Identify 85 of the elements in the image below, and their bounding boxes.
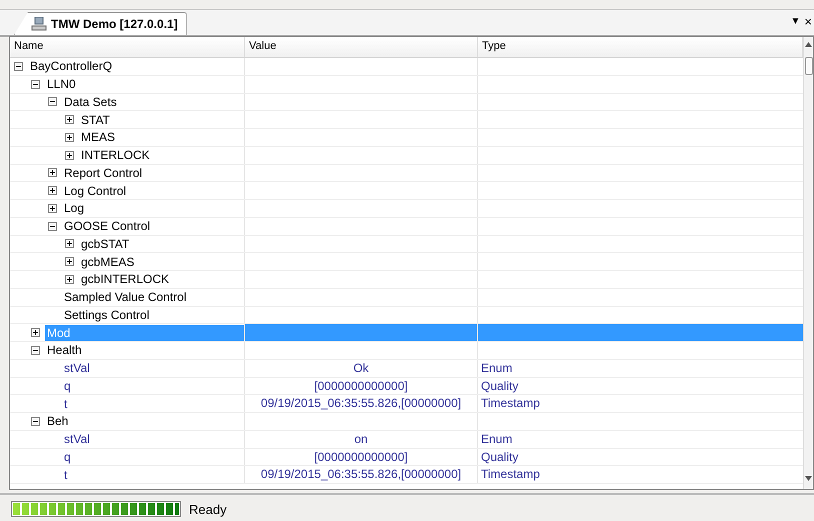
close-button[interactable]: ×	[804, 14, 812, 29]
collapse-icon[interactable]	[48, 222, 57, 231]
tree-row[interactable]: Beh	[10, 413, 803, 431]
tree-row[interactable]: stVal Ok Enum	[10, 360, 803, 378]
expand-icon[interactable]	[48, 168, 57, 178]
node-name: Health	[46, 342, 83, 358]
node-name: Data Sets	[63, 94, 118, 110]
tree-row[interactable]: stVal on Enum	[10, 430, 803, 448]
tree-row[interactable]: Report Control	[10, 164, 803, 182]
scrollbar[interactable]	[803, 37, 813, 489]
value-cell: 09/19/2015_06:35:55.826,[00000000]	[260, 396, 462, 410]
type-cell: Timestamp	[481, 396, 540, 410]
collapse-icon[interactable]	[48, 97, 57, 106]
expand-icon[interactable]	[48, 186, 57, 196]
tree-row[interactable]: BayControllerQ	[10, 58, 803, 76]
expand-icon[interactable]	[65, 239, 74, 248]
node-name: BayControllerQ	[29, 58, 114, 74]
attribute-name: stVal	[63, 431, 91, 448]
type-cell: Enum	[481, 360, 512, 375]
expand-icon[interactable]	[48, 204, 57, 213]
node-name: Beh	[46, 413, 70, 430]
tree-row[interactable]: Health	[10, 342, 803, 360]
type-cell: Quality	[481, 450, 518, 464]
tree-row[interactable]: GOOSE Control	[10, 218, 803, 236]
node-name: MEAS	[80, 129, 116, 146]
attribute-name: t	[63, 466, 68, 483]
tree-row[interactable]: gcbSTAT	[10, 236, 803, 254]
node-name: LLN0	[46, 76, 77, 92]
collapse-icon[interactable]	[31, 80, 40, 89]
expand-icon[interactable]	[65, 257, 74, 266]
node-name: INTERLOCK	[80, 147, 151, 164]
column-header[interactable]: Name	[10, 37, 245, 57]
value-cell: [0000000000000]	[314, 450, 408, 464]
tree-row[interactable]: q [0000000000000] Quality	[10, 448, 803, 466]
tree-row[interactable]: LLN0	[10, 76, 803, 94]
collapse-icon[interactable]	[14, 62, 23, 71]
node-name: gcbSTAT	[80, 236, 130, 252]
tree-row[interactable]: Sampled Value Control	[10, 288, 803, 306]
tree-row[interactable]: gcbINTERLOCK	[10, 271, 803, 289]
node-name: gcbINTERLOCK	[80, 271, 170, 288]
node-name: Report Control	[63, 164, 144, 181]
node-name: Sampled Value Control	[63, 289, 188, 306]
scroll-up-icon[interactable]	[805, 42, 812, 47]
expand-icon[interactable]	[31, 328, 40, 338]
scroll-down-icon[interactable]	[805, 476, 812, 481]
attribute-name: stVal	[63, 360, 91, 376]
value-cell: on	[354, 432, 368, 446]
value-cell: 09/19/2015_06:35:55.826,[00000000]	[260, 467, 462, 482]
tree-row[interactable]: q [0000000000000] Quality	[10, 378, 803, 396]
attribute-name: q	[63, 448, 72, 465]
collapse-icon[interactable]	[31, 416, 40, 426]
expand-icon[interactable]	[65, 132, 74, 142]
node-name: gcbMEAS	[80, 254, 136, 270]
type-cell: Enum	[481, 432, 512, 446]
tree-row[interactable]: t 09/19/2015_06:35:55.826,[00000000] Timestamp	[10, 395, 803, 413]
tree-row[interactable]: INTERLOCK	[10, 146, 803, 164]
attribute-name: q	[63, 378, 72, 394]
node-name: Log Control	[63, 182, 128, 199]
node-name: Log	[63, 200, 86, 216]
tree-row[interactable]: gcbMEAS	[10, 253, 803, 271]
expand-icon[interactable]	[65, 150, 74, 160]
document-tab[interactable]: TMW Demo [127.0.0.1]	[14, 12, 187, 35]
tree-row[interactable]: Log Control	[10, 182, 803, 200]
tree-row[interactable]: MEAS	[10, 129, 803, 147]
node-name: Mod	[45, 324, 244, 341]
tree-row[interactable]: STAT	[10, 111, 803, 129]
type-cell: Quality	[481, 378, 518, 392]
tree-row[interactable]: t 09/19/2015_06:35:55.826,[00000000] Timestamp	[10, 466, 803, 484]
dropdown-menu-button[interactable]: ▼	[790, 16, 800, 27]
expand-icon[interactable]	[65, 274, 74, 284]
node-name: STAT	[80, 112, 111, 128]
tree-row[interactable]: Log	[10, 200, 803, 218]
collapse-icon[interactable]	[31, 346, 40, 355]
expand-icon[interactable]	[65, 115, 74, 124]
status-text: Ready	[189, 502, 227, 516]
value-cell: [0000000000000]	[314, 378, 408, 392]
type-cell: Timestamp	[481, 467, 540, 482]
value-cell: Ok	[353, 360, 369, 375]
node-name: Settings Control	[63, 306, 150, 323]
computer-icon	[31, 17, 47, 31]
tree-row[interactable]: Data Sets	[10, 94, 803, 112]
node-name: GOOSE Control	[63, 218, 152, 234]
scrollbar-thumb[interactable]	[805, 57, 813, 75]
column-header[interactable]: Value	[245, 37, 478, 57]
attribute-name: t	[63, 396, 68, 412]
